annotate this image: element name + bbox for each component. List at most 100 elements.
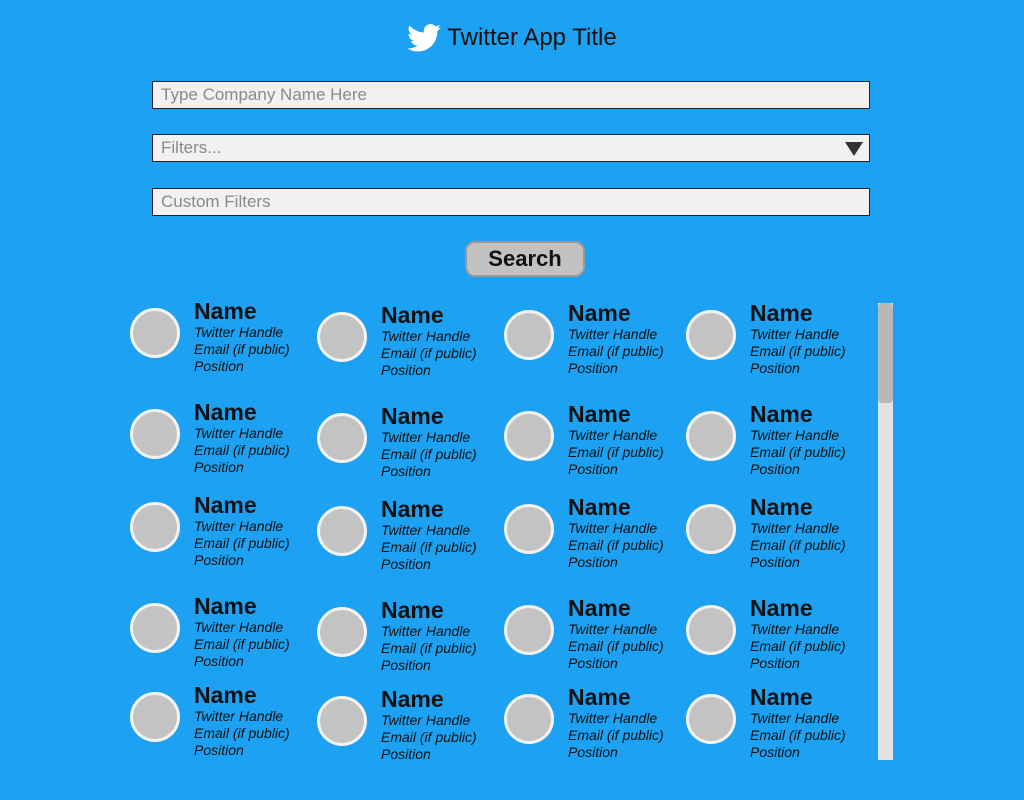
- filters-dropdown[interactable]: Filters...: [152, 134, 870, 162]
- result-position: Position: [750, 744, 800, 760]
- result-email: Email (if public): [381, 640, 477, 656]
- avatar: [686, 605, 736, 655]
- result-card[interactable]: Name Twitter Handle Email (if public) Posit…: [317, 302, 507, 382]
- result-card[interactable]: Name Twitter Handle Email (if public) Posit…: [130, 682, 320, 762]
- result-twitter-handle: Twitter Handle: [381, 712, 471, 728]
- result-name: Name: [568, 401, 631, 427]
- result-card[interactable]: Name Twitter Handle Email (if public) Posit…: [686, 300, 876, 380]
- result-card[interactable]: Name Twitter Handle Email (if public) Posit…: [504, 494, 694, 574]
- result-twitter-handle: Twitter Handle: [568, 326, 658, 342]
- result-name: Name: [750, 684, 813, 710]
- search-button[interactable]: Search: [465, 241, 585, 277]
- result-info: Name Twitter Handle Email (if public) Posit…: [194, 399, 290, 476]
- result-position: Position: [381, 657, 431, 673]
- avatar: [130, 603, 180, 653]
- avatar: [130, 692, 180, 742]
- avatar: [130, 409, 180, 459]
- result-twitter-handle: Twitter Handle: [194, 425, 284, 441]
- result-card[interactable]: Name Twitter Handle Email (if public) Posit…: [504, 684, 694, 764]
- result-email: Email (if public): [750, 638, 846, 654]
- result-email: Email (if public): [750, 444, 846, 460]
- avatar: [504, 310, 554, 360]
- result-name: Name: [194, 492, 257, 518]
- avatar: [317, 413, 367, 463]
- result-name: Name: [750, 494, 813, 520]
- result-twitter-handle: Twitter Handle: [750, 621, 840, 637]
- result-name: Name: [568, 494, 631, 520]
- result-position: Position: [750, 461, 800, 477]
- result-email: Email (if public): [750, 537, 846, 553]
- result-card[interactable]: Name Twitter Handle Email (if public) Posit…: [504, 401, 694, 481]
- result-name: Name: [194, 399, 257, 425]
- chevron-down-icon: [845, 142, 863, 161]
- avatar: [504, 605, 554, 655]
- result-position: Position: [194, 552, 244, 568]
- results-scrollbar[interactable]: [878, 303, 893, 760]
- result-card[interactable]: Name Twitter Handle Email (if public) Posit…: [686, 401, 876, 481]
- result-twitter-handle: Twitter Handle: [750, 427, 840, 443]
- result-email: Email (if public): [568, 343, 664, 359]
- avatar: [130, 308, 180, 358]
- result-card[interactable]: Name Twitter Handle Email (if public) Posit…: [686, 684, 876, 764]
- result-twitter-handle: Twitter Handle: [381, 522, 471, 538]
- result-card[interactable]: Name Twitter Handle Email (if public) Posit…: [130, 593, 320, 673]
- avatar: [686, 411, 736, 461]
- result-card[interactable]: Name Twitter Handle Email (if public) Posit…: [130, 399, 320, 479]
- result-card[interactable]: Name Twitter Handle Email (if public) Posit…: [317, 597, 507, 677]
- result-card[interactable]: Name Twitter Handle Email (if public) Posit…: [504, 595, 694, 675]
- company-name-input[interactable]: [153, 82, 869, 108]
- result-name: Name: [568, 300, 631, 326]
- result-name: Name: [194, 682, 257, 708]
- result-email: Email (if public): [194, 725, 290, 741]
- result-info: Name Twitter Handle Email (if public) Posit…: [750, 401, 846, 478]
- avatar: [317, 696, 367, 746]
- result-card[interactable]: Name Twitter Handle Email (if public) Posit…: [130, 492, 320, 572]
- result-card[interactable]: Name Twitter Handle Email (if public) Posit…: [686, 494, 876, 574]
- result-info: Name Twitter Handle Email (if public) Posit…: [194, 492, 290, 569]
- result-info: Name Twitter Handle Email (if public) Posit…: [381, 403, 477, 480]
- result-position: Position: [568, 554, 618, 570]
- result-info: Name Twitter Handle Email (if public) Posit…: [194, 298, 290, 375]
- result-card[interactable]: Name Twitter Handle Email (if public) Posit…: [317, 686, 507, 766]
- result-position: Position: [194, 358, 244, 374]
- result-card[interactable]: Name Twitter Handle Email (if public) Posit…: [504, 300, 694, 380]
- result-card[interactable]: Name Twitter Handle Email (if public) Posit…: [317, 496, 507, 576]
- result-twitter-handle: Twitter Handle: [568, 710, 658, 726]
- result-name: Name: [381, 686, 444, 712]
- result-info: Name Twitter Handle Email (if public) Posit…: [568, 595, 664, 672]
- result-position: Position: [194, 742, 244, 758]
- result-email: Email (if public): [568, 727, 664, 743]
- result-name: Name: [750, 401, 813, 427]
- result-position: Position: [568, 360, 618, 376]
- result-position: Position: [750, 655, 800, 671]
- result-info: Name Twitter Handle Email (if public) Posit…: [381, 686, 477, 763]
- result-card[interactable]: Name Twitter Handle Email (if public) Posit…: [130, 298, 320, 378]
- result-name: Name: [381, 302, 444, 328]
- result-email: Email (if public): [568, 444, 664, 460]
- result-card[interactable]: Name Twitter Handle Email (if public) Posit…: [686, 595, 876, 675]
- result-name: Name: [381, 496, 444, 522]
- avatar: [686, 694, 736, 744]
- avatar: [317, 607, 367, 657]
- result-info: Name Twitter Handle Email (if public) Posit…: [568, 401, 664, 478]
- result-position: Position: [750, 554, 800, 570]
- result-name: Name: [750, 300, 813, 326]
- result-info: Name Twitter Handle Email (if public) Posit…: [568, 494, 664, 571]
- result-name: Name: [750, 595, 813, 621]
- result-card[interactable]: Name Twitter Handle Email (if public) Posit…: [317, 403, 507, 483]
- company-name-field[interactable]: [152, 81, 870, 109]
- result-info: Name Twitter Handle Email (if public) Posit…: [750, 300, 846, 377]
- result-info: Name Twitter Handle Email (if public) Posit…: [381, 597, 477, 674]
- result-email: Email (if public): [381, 345, 477, 361]
- result-email: Email (if public): [381, 446, 477, 462]
- avatar: [317, 506, 367, 556]
- result-info: Name Twitter Handle Email (if public) Posit…: [750, 595, 846, 672]
- result-email: Email (if public): [194, 636, 290, 652]
- result-twitter-handle: Twitter Handle: [750, 710, 840, 726]
- result-position: Position: [381, 463, 431, 479]
- result-twitter-handle: Twitter Handle: [194, 324, 284, 340]
- custom-filters-input[interactable]: [153, 189, 869, 215]
- result-twitter-handle: Twitter Handle: [750, 326, 840, 342]
- scrollbar-thumb[interactable]: [878, 303, 893, 403]
- custom-filters-field[interactable]: [152, 188, 870, 216]
